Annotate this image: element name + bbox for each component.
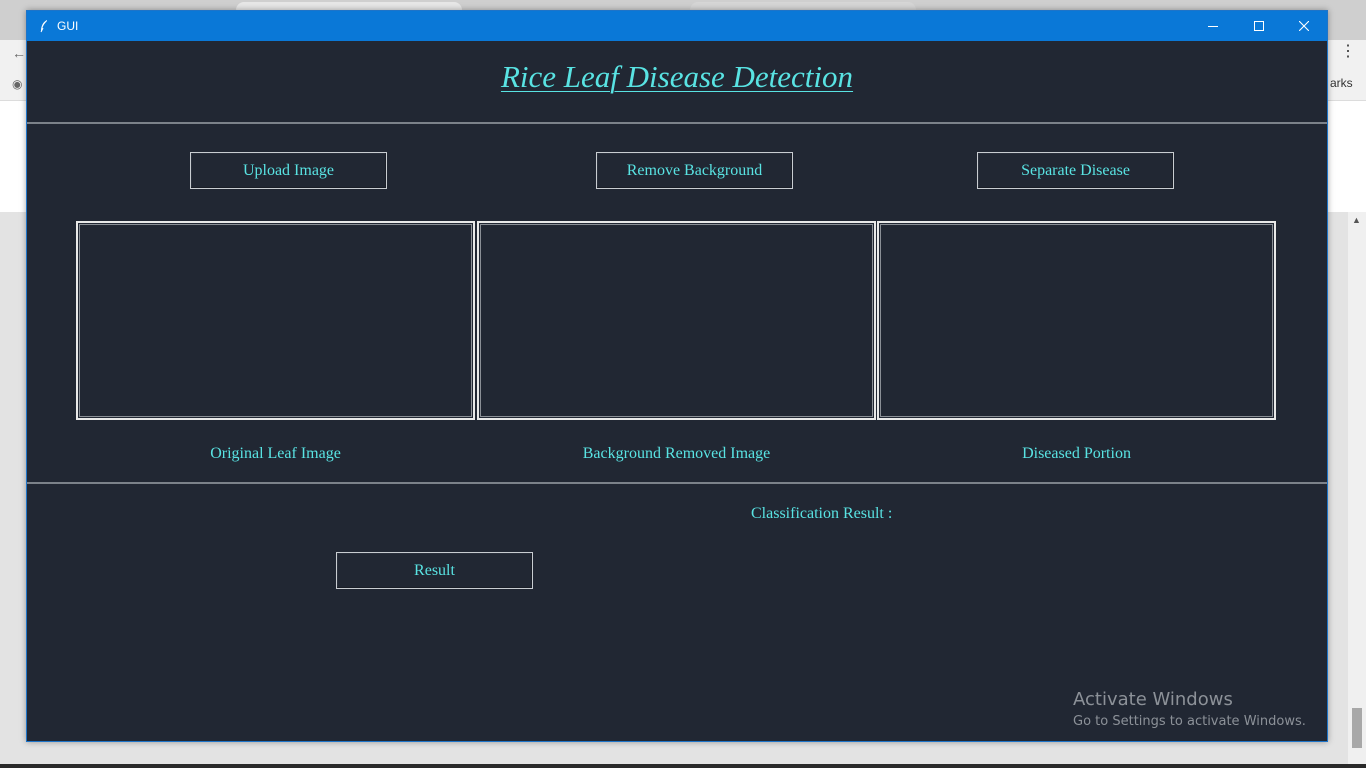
- window-title: GUI: [57, 19, 79, 33]
- window-client-area: Rice Leaf Disease Detection Upload Image…: [27, 41, 1327, 741]
- background-removed-image-panel: [477, 221, 876, 420]
- scroll-up-icon: ▲: [1352, 215, 1361, 225]
- separate-disease-button[interactable]: Separate Disease: [977, 152, 1174, 189]
- original-image-panel: [76, 221, 475, 420]
- gui-window: GUI Rice Leaf Disease Detection Upload I…: [26, 10, 1328, 742]
- diseased-portion-caption: Diseased Portion: [1022, 445, 1131, 462]
- back-arrow-icon: ←: [12, 45, 26, 61]
- feather-icon: [39, 19, 49, 33]
- window-titlebar[interactable]: GUI: [27, 11, 1327, 41]
- activate-windows-subtitle: Go to Settings to activate Windows.: [1073, 714, 1306, 729]
- background-scrollbar: ▲: [1348, 212, 1366, 764]
- bookmark-icon: ◉: [12, 77, 23, 91]
- top-separator: [27, 122, 1327, 124]
- more-menu-icon: ⋮: [1340, 43, 1356, 60]
- minimize-button[interactable]: [1190, 11, 1236, 41]
- upload-image-button[interactable]: Upload Image: [190, 152, 387, 189]
- diseased-portion-image-panel: [877, 221, 1276, 420]
- bookmarks-label: arks: [1330, 76, 1353, 90]
- classification-result-label: Classification Result :: [751, 505, 893, 522]
- activate-windows-title: Activate Windows: [1073, 689, 1233, 710]
- original-image-caption: Original Leaf Image: [210, 445, 341, 462]
- background-removed-caption: Background Removed Image: [582, 445, 771, 462]
- remove-background-button[interactable]: Remove Background: [596, 152, 793, 189]
- minimize-icon: [1208, 21, 1218, 31]
- maximize-button[interactable]: [1236, 11, 1282, 41]
- background-bottom-edge: [0, 764, 1366, 768]
- background-scroll-thumb: [1352, 708, 1362, 748]
- result-button[interactable]: Result: [336, 552, 533, 589]
- bottom-separator: [27, 482, 1327, 484]
- close-button[interactable]: [1281, 11, 1327, 41]
- close-icon: [1299, 21, 1309, 31]
- app-title: Rice Leaf Disease Detection: [500, 59, 854, 94]
- maximize-icon: [1254, 21, 1264, 31]
